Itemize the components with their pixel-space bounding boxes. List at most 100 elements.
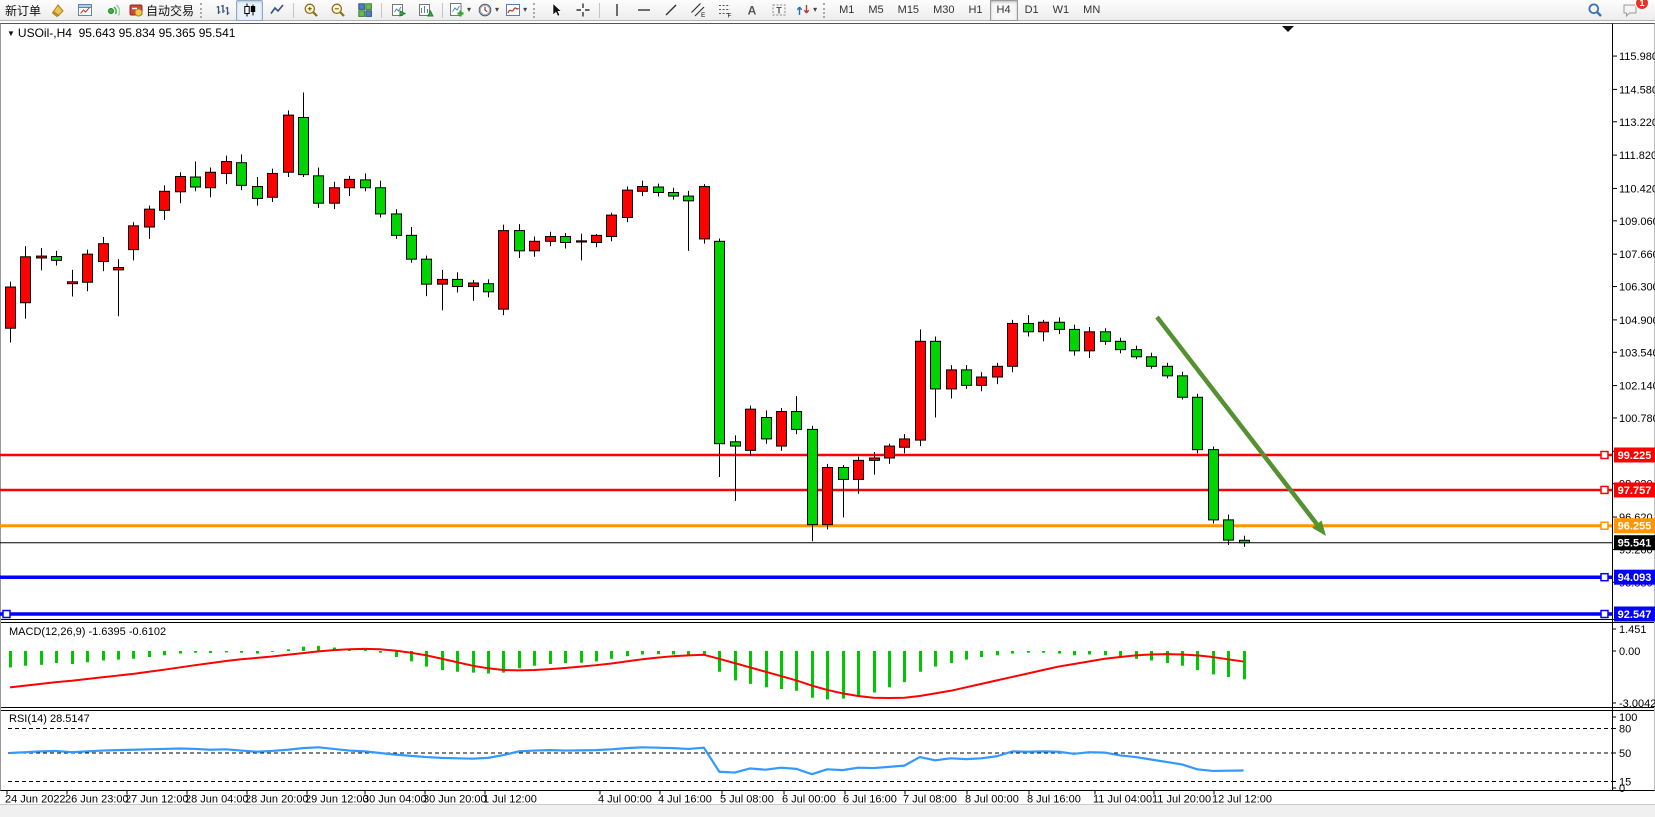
timeframe-button-h4[interactable]: H4 xyxy=(990,0,1018,21)
candle-body xyxy=(700,187,710,239)
candle-body xyxy=(469,283,479,287)
toolbar-grip[interactable] xyxy=(823,3,829,18)
line-handle[interactable] xyxy=(1601,522,1608,529)
linechart-icon xyxy=(269,2,285,18)
chart-ohlc-values: 95.643 95.834 95.365 95.541 xyxy=(79,26,236,40)
new-chart-button[interactable]: ▾ xyxy=(446,0,474,21)
toolbar-grip[interactable] xyxy=(533,3,539,18)
candle-body xyxy=(577,241,587,242)
timeframe-button-d1[interactable]: D1 xyxy=(1018,0,1046,21)
candle-body xyxy=(453,279,463,286)
periods-button[interactable]: ▾ xyxy=(474,0,502,21)
price-axis-label: 100.780 xyxy=(1619,413,1655,425)
chart-canvas[interactable]: 115.980114.580113.220111.820110.420109.0… xyxy=(0,22,1655,805)
timeframe-button-mn[interactable]: MN xyxy=(1076,0,1107,21)
candle-body xyxy=(376,188,386,214)
timeframe-button-m5[interactable]: M5 xyxy=(861,0,890,21)
candlestick-button[interactable] xyxy=(236,0,263,21)
candle-body xyxy=(623,190,633,217)
svg-text:A: A xyxy=(747,4,756,18)
equidistant-channel-button[interactable]: E xyxy=(684,0,711,21)
candle-body xyxy=(1101,332,1111,342)
line-handle[interactable] xyxy=(1601,486,1608,493)
seal-icon-button[interactable] xyxy=(44,0,71,21)
tile-icon xyxy=(357,2,373,18)
candle-body xyxy=(145,209,155,227)
crosshair-icon xyxy=(575,2,591,18)
line-handle[interactable] xyxy=(3,611,10,618)
toolbar-grip[interactable] xyxy=(200,3,206,18)
candle-body xyxy=(68,282,78,284)
toolbar-separator xyxy=(599,3,600,18)
dropdown-caret-icon[interactable]: ▾ xyxy=(495,6,499,14)
candle-body xyxy=(499,231,509,310)
chart-window[interactable]: 115.980114.580113.220111.820110.420109.0… xyxy=(0,22,1655,805)
cascade-windows-button[interactable] xyxy=(412,0,439,21)
arrows-button[interactable]: ▾ xyxy=(792,0,820,21)
candle-body xyxy=(1008,323,1018,366)
candle-body xyxy=(870,458,880,460)
trend-arrow-annotation[interactable] xyxy=(1157,317,1317,524)
search-button[interactable] xyxy=(1581,0,1608,21)
candle-body xyxy=(1147,357,1157,367)
signal-icon xyxy=(104,2,120,18)
text-button[interactable]: A xyxy=(738,0,765,21)
chat-button[interactable]: 1 xyxy=(1616,0,1643,21)
candle-body xyxy=(330,188,340,203)
candle-body xyxy=(962,370,972,385)
timeframe-button-w1[interactable]: W1 xyxy=(1046,0,1077,21)
dropdown-caret-icon[interactable]: ▾ xyxy=(523,6,527,14)
line-chart-button[interactable] xyxy=(263,0,290,21)
candle-body xyxy=(422,259,432,284)
line-handle[interactable] xyxy=(1601,611,1608,618)
price-axis-label: 113.220 xyxy=(1619,117,1655,129)
candle-body xyxy=(1240,540,1250,542)
text-label-button[interactable]: T xyxy=(765,0,792,21)
price-axis-label: 114.580 xyxy=(1619,84,1655,96)
chart-symbol-period: USOil-,H4 xyxy=(18,26,72,40)
horizontal-line-button[interactable] xyxy=(630,0,657,21)
trendline-button[interactable] xyxy=(657,0,684,21)
crosshair-button[interactable] xyxy=(569,0,596,21)
new-order-button[interactable]: 新订单 xyxy=(2,0,44,21)
dropdown-caret-icon[interactable]: ▾ xyxy=(467,6,471,14)
candle-body xyxy=(345,179,355,187)
indicators-button[interactable]: ▾ xyxy=(502,0,530,21)
candle-body xyxy=(83,254,93,282)
price-axis-label: 103.540 xyxy=(1619,347,1655,359)
tile-windows-button[interactable] xyxy=(351,0,378,21)
dropdown-caret-icon[interactable]: ▾ xyxy=(813,6,817,14)
line-handle[interactable] xyxy=(1601,574,1608,581)
rsi-axis-label: 100 xyxy=(1619,712,1637,724)
toolbar-separator xyxy=(442,3,443,18)
price-badge-label: 94.093 xyxy=(1618,572,1652,584)
candle-body xyxy=(916,341,926,440)
vertical-line-button[interactable] xyxy=(603,0,630,21)
timeframe-button-h1[interactable]: H1 xyxy=(961,0,989,21)
chart-dropdown-icon[interactable]: ▼ xyxy=(7,29,15,38)
arrange2-icon xyxy=(418,2,434,18)
timeframe-button-m1[interactable]: M1 xyxy=(832,0,861,21)
chart-shift-marker-icon[interactable] xyxy=(1282,26,1294,32)
cursor-button[interactable] xyxy=(542,0,569,21)
price-axis-label: 102.140 xyxy=(1619,381,1655,393)
price-axis-label: 107.660 xyxy=(1619,249,1655,261)
candle-body xyxy=(176,177,186,192)
zoom-out-button[interactable] xyxy=(324,0,351,21)
auto-trading-button[interactable]: 自动交易 xyxy=(125,0,197,21)
line-handle[interactable] xyxy=(1601,452,1608,459)
timeframe-button-m15[interactable]: M15 xyxy=(891,0,926,21)
zoom-in-button[interactable] xyxy=(297,0,324,21)
arrange-windows-button[interactable] xyxy=(385,0,412,21)
candle-body xyxy=(1224,520,1234,540)
chart-window-icon-button[interactable] xyxy=(71,0,98,21)
timeframe-button-m30[interactable]: M30 xyxy=(926,0,961,21)
price-axis-label: 104.900 xyxy=(1619,315,1655,327)
signal-icon-button[interactable] xyxy=(98,0,125,21)
window-icon xyxy=(77,2,93,18)
candle-body xyxy=(129,226,139,250)
bar-chart-button[interactable] xyxy=(209,0,236,21)
fibonacci-button[interactable]: F xyxy=(711,0,738,21)
candle-body xyxy=(546,237,556,242)
svg-text:T: T xyxy=(776,6,782,16)
